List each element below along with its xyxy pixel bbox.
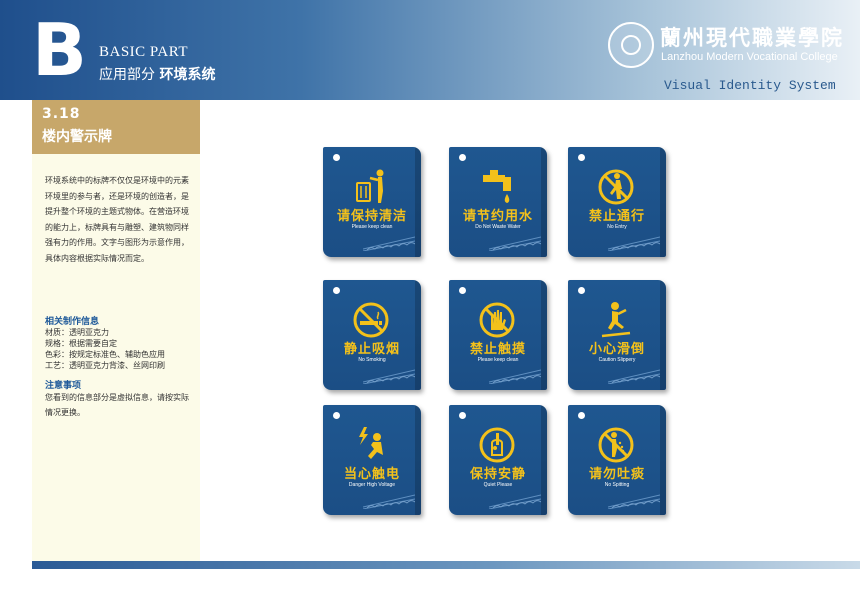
sign-title-en: No Entry [607, 224, 627, 230]
school-seal-icon [608, 22, 654, 68]
sign-logo-icon [333, 154, 340, 161]
water-tap-icon [483, 170, 511, 203]
spec-material: 材质：透明亚克力 [45, 328, 109, 337]
section-title: 应用部分 环境系统 [99, 64, 215, 84]
warning-sign-3: 禁止通行 No Entry [568, 147, 666, 257]
sign-logo-icon [459, 287, 466, 294]
basic-part-label: BASIC PART [99, 44, 188, 60]
no-smoking-icon [353, 302, 389, 338]
note-text: 您看到的信息部分是虚拟信息，请按实际情况更换。 [45, 393, 189, 417]
warning-sign-8: 保持安静 Quiet Please [449, 405, 547, 515]
sign-title-cn: 请勿吐痰 [588, 467, 645, 482]
wave-pattern-icon [608, 236, 660, 251]
sign-logo-icon [333, 412, 340, 419]
no-spitting-icon [598, 427, 634, 463]
electric-shock-icon [359, 427, 383, 459]
warning-sign-6: 小心滑倒 Caution Slippery [568, 280, 666, 390]
sign-logo-icon [578, 412, 585, 419]
sign-title-cn: 禁止通行 [588, 209, 645, 224]
page-title: 楼内警示牌 [42, 129, 112, 145]
sign-title-en: Please keep clean [351, 224, 393, 230]
sign-title-en: No Spitting [604, 482, 630, 488]
wave-pattern-icon [608, 494, 660, 509]
sign-title-en: Danger High Voltage [348, 482, 396, 488]
sign-logo-icon [578, 154, 585, 161]
sign-title-en: Do Not Waste Water [475, 224, 521, 230]
page-code: 3.18 [42, 106, 81, 122]
sign-logo-icon [459, 412, 466, 419]
sign-title-cn: 请节约用水 [462, 209, 533, 224]
warning-sign-5: 禁止触摸 Please keep clean [449, 280, 547, 390]
wave-pattern-icon [489, 369, 541, 384]
no-touch-icon [479, 302, 515, 338]
wave-pattern-icon [363, 236, 415, 251]
sign-title-en: Caution Slippery [598, 357, 636, 363]
sign-title-en: Please keep clean [477, 357, 519, 363]
sign-title-cn: 静止吸烟 [343, 342, 400, 357]
wave-pattern-icon [363, 369, 415, 384]
slip-icon [601, 302, 631, 338]
section-cn: 应用部分 [99, 67, 155, 83]
warning-sign-2: 请节约用水 Do Not Waste Water [449, 147, 547, 257]
section-letter: B [32, 8, 87, 92]
wave-pattern-icon [363, 494, 415, 509]
sign-title-en: Quiet Please [483, 482, 513, 488]
warning-sign-4: 静止吸烟 No Smoking [323, 280, 421, 390]
description-text: 环境系统中的标牌不仅仅是环境中的元素环境里的参与者，还是环境的创造者，是提升整个… [45, 176, 189, 263]
info-title: 相关制作信息 [45, 317, 100, 327]
sign-title-cn: 禁止触摸 [469, 342, 526, 357]
spec-size: 规格：根据需要自定 [45, 339, 117, 348]
sign-logo-icon [333, 287, 340, 294]
section-sub: 环境系统 [159, 67, 216, 83]
vis-label: Visual Identity System [664, 78, 836, 93]
school-name-cn: 蘭州現代職業學院 [660, 25, 844, 50]
school-name-en: Lanzhou Modern Vocational College [661, 51, 838, 63]
sign-title-cn: 保持安静 [469, 467, 526, 482]
sign-title-cn: 请保持清洁 [336, 209, 407, 224]
sign-title-cn: 小心滑倒 [588, 342, 645, 357]
warning-sign-7: 当心触电 Danger High Voltage [323, 405, 421, 515]
sign-logo-icon [578, 287, 585, 294]
sign-title-cn: 当心触电 [343, 467, 400, 482]
wave-pattern-icon [489, 494, 541, 509]
no-entry-icon [598, 169, 634, 205]
trash-bin-icon [356, 169, 384, 203]
spec-process: 工艺：透明亚克力背漆、丝网印刷 [45, 361, 165, 370]
wave-pattern-icon [608, 369, 660, 384]
warning-sign-9: 请勿吐痰 No Spitting [568, 405, 666, 515]
footer-bar [32, 561, 860, 569]
spec-color: 色彩：按规定标准色、辅助色应用 [45, 350, 165, 359]
warning-sign-1: 请保持清洁 Please keep clean [323, 147, 421, 257]
wave-pattern-icon [489, 236, 541, 251]
sign-logo-icon [459, 154, 466, 161]
quiet-icon [479, 427, 515, 463]
sign-title-en: No Smoking [358, 357, 386, 363]
